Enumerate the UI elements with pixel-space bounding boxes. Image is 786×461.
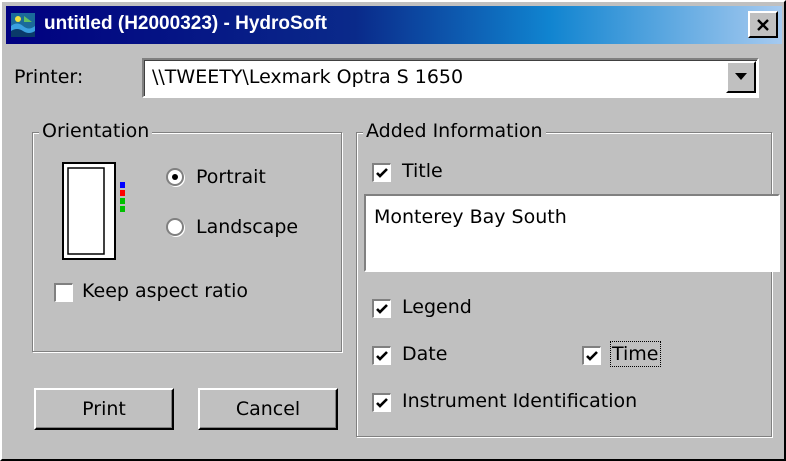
- cancel-button[interactable]: Cancel: [198, 388, 338, 430]
- print-button[interactable]: Print: [34, 388, 174, 430]
- checkmark-icon: [376, 168, 388, 178]
- portrait-radio[interactable]: [166, 168, 184, 186]
- portrait-page-icon: [62, 162, 125, 260]
- keep-aspect-checkbox[interactable]: [54, 283, 73, 302]
- orientation-group-title: Orientation: [39, 120, 153, 142]
- title-bar[interactable]: untitled (H2000323) - HydroSoft: [6, 6, 782, 44]
- printer-label: Printer:: [14, 66, 84, 88]
- legend-label[interactable]: Legend: [402, 296, 472, 318]
- time-label[interactable]: Time: [610, 341, 661, 367]
- checkmark-icon: [376, 398, 388, 408]
- checkmark-icon: [376, 351, 388, 361]
- close-button[interactable]: [748, 11, 778, 38]
- checkmark-icon: [376, 304, 388, 314]
- landscape-radio[interactable]: [166, 218, 184, 236]
- dropdown-arrow-icon: [735, 73, 747, 80]
- print-dialog: untitled (H2000323) - HydroSoft Printer:…: [0, 0, 786, 461]
- landscape-label[interactable]: Landscape: [196, 216, 298, 238]
- title-label[interactable]: Title: [402, 160, 443, 182]
- instrument-checkbox[interactable]: [372, 393, 391, 412]
- title-input-value: Monterey Bay South: [374, 206, 567, 228]
- date-label[interactable]: Date: [402, 343, 447, 365]
- checkmark-icon: [586, 351, 598, 361]
- title-input[interactable]: Monterey Bay South: [364, 194, 780, 272]
- window-title: untitled (H2000323) - HydroSoft: [44, 13, 327, 34]
- printer-value: \\TWEETY\Lexmark Optra S 1650: [152, 66, 464, 88]
- hydrosoft-app-icon: [11, 13, 35, 37]
- added-info-group-title: Added Information: [363, 120, 546, 142]
- time-checkbox[interactable]: [582, 346, 601, 365]
- printer-select[interactable]: \\TWEETY\Lexmark Optra S 1650: [142, 58, 759, 98]
- date-checkbox[interactable]: [372, 346, 391, 365]
- legend-checkbox[interactable]: [372, 299, 391, 318]
- portrait-label[interactable]: Portrait: [196, 166, 266, 188]
- title-checkbox[interactable]: [372, 163, 391, 182]
- printer-dropdown-button[interactable]: [726, 61, 756, 93]
- instrument-label[interactable]: Instrument Identification: [402, 390, 637, 412]
- keep-aspect-label[interactable]: Keep aspect ratio: [82, 280, 248, 302]
- close-icon: [757, 18, 769, 31]
